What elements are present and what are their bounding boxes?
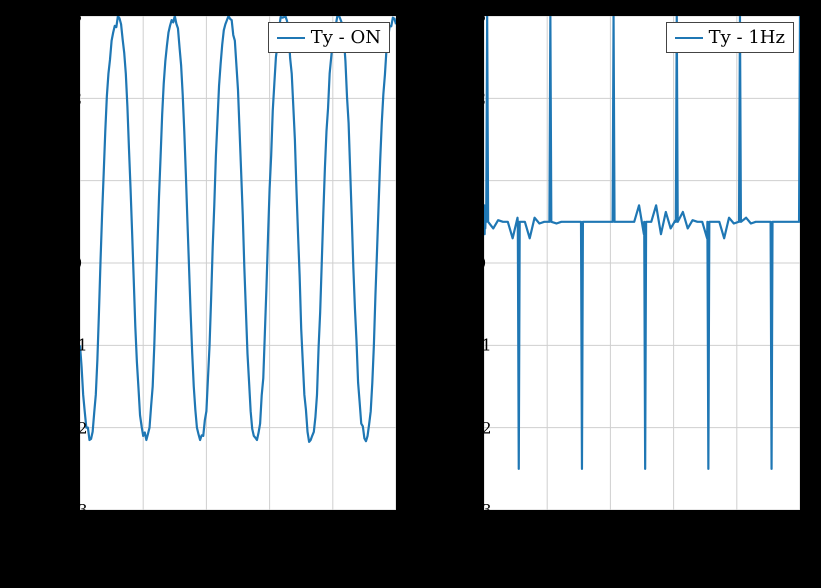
x-axis-label-right: Time [s]: [604, 546, 687, 570]
x-tick: 5: [795, 518, 805, 537]
x-tick: 5: [391, 518, 401, 537]
left-chart-plot: [80, 16, 396, 510]
x-tick: 2: [201, 518, 211, 537]
x-axis-label-left: Time [s]: [200, 546, 283, 570]
y-axis-label-right: Torque [Nm]: [434, 191, 458, 320]
x-tick: 4: [328, 518, 338, 537]
y-axis-label-left: Torque [Nm]: [18, 191, 42, 320]
x-tick: 0: [75, 518, 85, 537]
figure: Ty - ON Ty - 1Hz Torque [Nm] Torque [Nm]…: [0, 0, 821, 588]
x-tick: 1: [138, 518, 148, 537]
legend-label: Ty - 1Hz: [709, 27, 785, 48]
legend-swatch-icon: [277, 37, 305, 39]
x-tick: 4: [732, 518, 742, 537]
x-tick: 3: [669, 518, 679, 537]
right-chart-plot: [484, 16, 800, 510]
legend-left: Ty - ON: [268, 22, 390, 53]
right-chart: Ty - 1Hz: [482, 14, 802, 512]
legend-swatch-icon: [675, 37, 703, 39]
left-chart: Ty - ON: [78, 14, 398, 512]
x-tick: 1: [542, 518, 552, 537]
x-tick: 2: [605, 518, 615, 537]
x-tick: 3: [265, 518, 275, 537]
x-tick: 0: [479, 518, 489, 537]
legend-label: Ty - ON: [311, 27, 381, 48]
legend-right: Ty - 1Hz: [666, 22, 794, 53]
